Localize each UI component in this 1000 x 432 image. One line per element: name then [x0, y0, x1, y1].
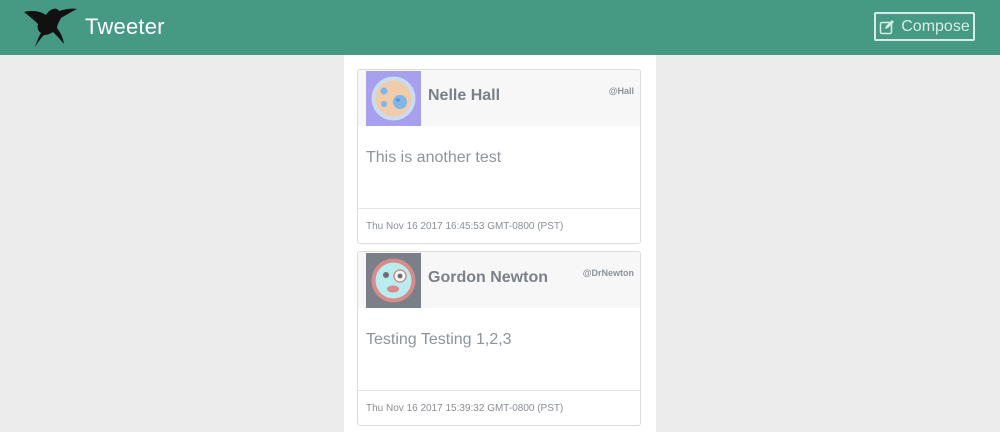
tweet-author: Gordon Newton: [428, 269, 548, 286]
navbar: Tweeter Compose: [0, 0, 1000, 55]
compose-button-label: Compose: [901, 17, 970, 35]
tweet-header: Nelle Hall @Hall: [358, 70, 640, 126]
edit-icon: [880, 19, 895, 34]
tweet-divider: [358, 208, 640, 209]
tweet-card: Nelle Hall @Hall This is another test Th…: [357, 69, 641, 244]
tweet-timestamp: Thu Nov 16 2017 15:39:32 GMT-0800 (PST): [366, 403, 564, 414]
avatar: [366, 253, 421, 308]
tweet-handle: @Hall: [608, 86, 634, 96]
tweet-handle: @DrNewton: [582, 268, 634, 278]
avatar: [366, 71, 421, 126]
app-title[interactable]: Tweeter: [85, 14, 165, 40]
tweet-content: This is another test: [366, 149, 502, 166]
tweet-timestamp: Thu Nov 16 2017 16:45:53 GMT-0800 (PST): [366, 221, 564, 232]
tweet-card: Gordon Newton @DrNewton Testing Testing …: [357, 251, 641, 426]
tweet-divider: [358, 390, 640, 391]
tweet-author: Nelle Hall: [428, 87, 501, 104]
tweet-content: Testing Testing 1,2,3: [366, 331, 512, 348]
tweet-header: Gordon Newton @DrNewton: [358, 252, 640, 308]
hummingbird-icon: [24, 8, 77, 47]
compose-button[interactable]: Compose: [874, 12, 975, 41]
